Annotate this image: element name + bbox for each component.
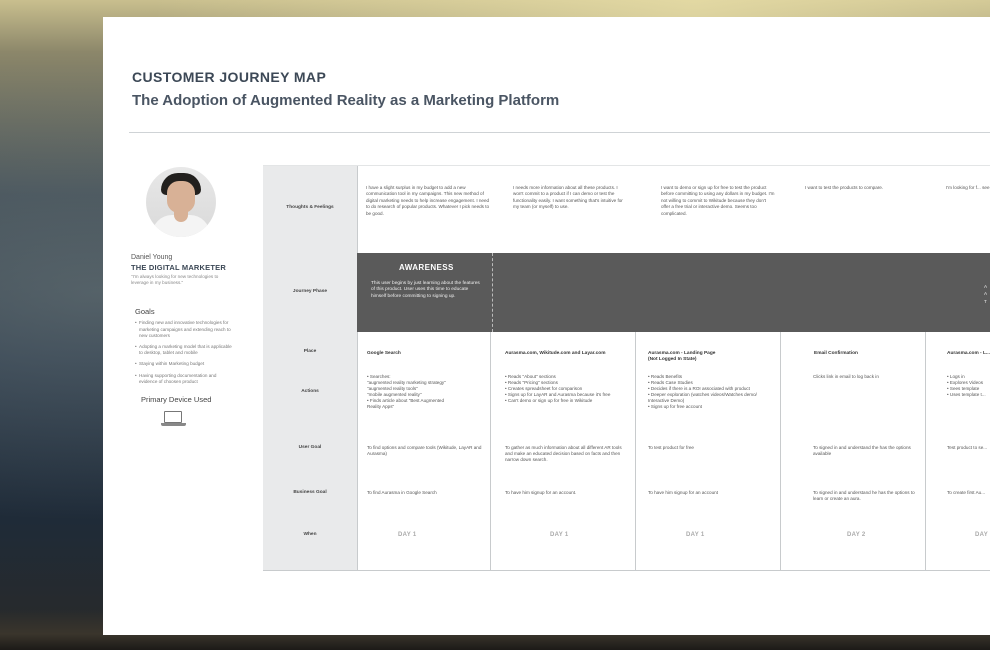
row-label-place: Place [303,349,317,354]
row-label-thoughts: Thoughts & Feelings [286,205,334,210]
user-goal-text: Test product to se... [947,445,988,450]
business-goal-text: To signed in and understand he has the o… [813,490,915,501]
actions-list: • Reads "About" sections • Reads "Pricin… [505,374,633,404]
board-bottom-border [263,570,990,571]
day-label: DAY 1 [550,532,569,538]
journey-phase-bar: AWARENESS This user begins by just learn… [357,253,990,332]
phase-description: This user begins by just learning about … [371,281,480,299]
title-divider [129,132,990,133]
business-goal-text: To have him signup for an account [648,490,718,495]
user-goal-text: To signed in and understand the has the … [813,445,911,456]
persona-role: THE DIGITAL MARKETER [131,263,226,272]
page-title: CUSTOMER JOURNEY MAP [132,69,327,85]
actions-list: Clicks link in email to log back in [813,374,921,380]
goal-item: Adopting a marketing model that is appli… [135,344,233,356]
action-item: • Signs up for free account [648,403,702,409]
action-item: • Uses template t... [947,391,986,397]
journey-map-sheet: CUSTOMER JOURNEY MAP The Adoption of Aug… [103,17,990,635]
laptop-icon [161,410,187,427]
action-item: Reality Apps" [367,403,395,409]
day-label: DAY 1 [686,532,705,538]
actions-list: • Searches: "augmented reality marketing… [367,374,487,410]
place-label: Email Confirmation [814,351,858,356]
thought-text: I have a slight surplus in my budget to … [366,185,490,216]
page-subtitle: The Adoption of Augmented Reality as a M… [132,92,560,109]
persona-name: Daniel Young [131,254,173,261]
business-goal-text: To find Aurasma in Google Search [367,490,437,495]
day-label: DAY 2 [847,532,866,538]
row-label-when: When [303,532,317,537]
thought-text: I needs more information about all these… [513,185,623,210]
place-label: Aurasma.com - L... [947,351,990,356]
board-top-border [263,165,990,166]
column-divider [635,332,636,571]
goals-heading: Goals [135,307,155,317]
place-label: Aurasma.com, Wikitude.com and Layar.com [505,351,606,356]
journey-board: Thoughts & Feelings Journey Phase Place … [263,165,990,571]
day-label: DAY 1 [398,532,417,538]
phase-edge-text: A A T [984,284,988,304]
row-label-user-goal: User Goal [298,445,322,450]
avatar [146,167,216,237]
day-label: DAY [975,532,989,538]
goals-list: Finding new and innovative technologies … [131,320,233,385]
user-goal-text: To test product for free [648,445,694,450]
thought-text: I want to test the products to compare. [805,185,884,190]
place-label: Aurasma.com - Landing Page (Not Logged I… [648,351,716,363]
actions-list: • Logs in • Explores Videos • Sees templ… [947,374,990,398]
thought-text: I'm looking for f... see which one is b.… [946,185,990,190]
goal-item: Having supporting documentation and evid… [135,373,233,385]
column-divider [925,332,926,571]
user-goal-text: To gather as much information about all … [505,445,622,462]
place-label: Google Search [367,351,401,356]
persona-quote: "I'm always looking for new technologies… [131,274,219,285]
row-label-business-goal: Business Goal [293,490,327,495]
business-goal-text: To create first Au... [947,490,986,495]
column-divider [357,165,358,571]
row-label-phase: Journey Phase [292,289,328,294]
phase-title: AWARENESS [399,263,454,272]
column-divider [490,332,491,571]
business-goal-text: To have him signup for an account. [505,490,577,495]
column-divider [780,332,781,571]
user-goal-text: To find options and compare tools (Wikit… [367,445,482,456]
thought-text: I want to demo or sign up for free to te… [661,185,775,216]
action-item: • Can't demo or sign up for free in Wiki… [505,397,593,403]
row-label-column [263,165,357,571]
row-label-actions: Actions [301,389,319,394]
device-heading: Primary Device Used [141,394,212,404]
goal-item: Staying within Marketing budget [135,361,233,367]
actions-list: • Reads Benefits • Reads Case Studies • … [648,374,778,410]
persona-panel: Daniel Young THE DIGITAL MARKETER "I'm a… [131,167,233,427]
action-item: Clicks link in email to log back in [813,374,879,379]
goal-item: Finding new and innovative technologies … [135,320,233,339]
phase-divider [492,253,493,332]
